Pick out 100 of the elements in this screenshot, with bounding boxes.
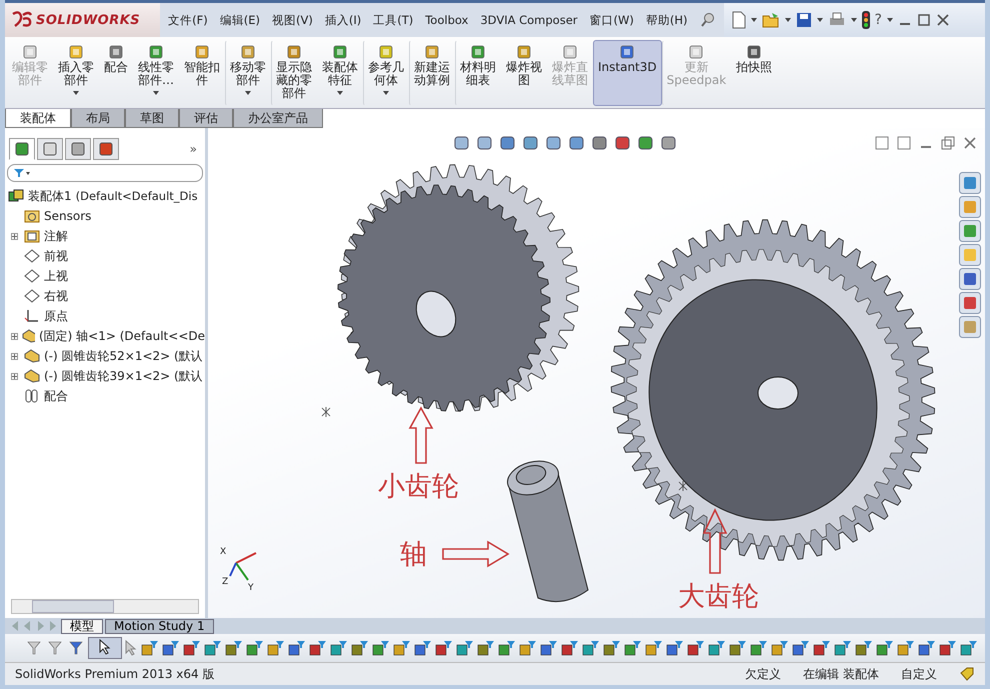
command-button[interactable]: 拍快照	[731, 40, 778, 106]
select-button[interactable]	[88, 637, 122, 659]
tree-item[interactable]: 原点	[44, 308, 68, 324]
help-button[interactable]: ?	[874, 12, 882, 28]
panel-tab[interactable]	[65, 138, 91, 160]
filter-icon[interactable]	[350, 639, 370, 657]
filter-icon[interactable]	[203, 639, 223, 657]
command-button[interactable]: 参考几 何体	[363, 40, 409, 106]
filter-icon[interactable]	[833, 639, 853, 657]
horizontal-scrollbar[interactable]	[11, 599, 199, 614]
tree-item[interactable]: 注解	[44, 228, 68, 244]
filter-icon[interactable]	[812, 639, 832, 657]
caret-icon[interactable]	[816, 18, 822, 22]
menu-item[interactable]: 工具(T)	[373, 12, 414, 28]
filter-icon[interactable]	[371, 639, 391, 657]
filter-field[interactable]	[7, 164, 203, 182]
printer-icon[interactable]	[828, 12, 846, 28]
command-button[interactable]: 材料明 细表	[455, 40, 501, 106]
filter-icon[interactable]	[266, 639, 286, 657]
caret-icon[interactable]	[784, 18, 790, 22]
task-pane-icon[interactable]	[959, 292, 981, 314]
tab[interactable]: 办公室产品	[233, 109, 323, 128]
view-tool-icon[interactable]	[545, 134, 563, 152]
menu-item[interactable]: 插入(I)	[324, 12, 362, 28]
tab[interactable]: 评估	[179, 109, 233, 128]
command-button[interactable]: Instant3D	[593, 40, 662, 106]
task-pane-icon[interactable]	[959, 268, 981, 290]
expand-icon[interactable]	[11, 232, 18, 240]
view-tool-icon[interactable]	[591, 134, 609, 152]
close-icon[interactable]	[963, 136, 977, 150]
tree-item[interactable]: (-) 圆锥齿轮52×1<2> (默认	[44, 348, 203, 364]
caret-icon[interactable]	[750, 18, 756, 22]
expand-icon[interactable]	[11, 352, 18, 360]
filter-icon[interactable]	[623, 639, 643, 657]
menu-item[interactable]: Toolbox	[425, 13, 468, 27]
panel-tab[interactable]	[37, 138, 63, 160]
filter-icon[interactable]	[875, 639, 895, 657]
filter-icon[interactable]	[938, 639, 958, 657]
menu-item[interactable]: 帮助(H)	[646, 12, 688, 28]
save-icon[interactable]	[796, 12, 812, 28]
expand-button[interactable]: »	[190, 142, 201, 156]
view-tool-icon[interactable]	[476, 134, 494, 152]
filter-icon[interactable]	[245, 639, 265, 657]
filter-icon[interactable]	[602, 639, 622, 657]
filter-icon[interactable]	[182, 639, 202, 657]
filter-icon[interactable]	[539, 639, 559, 657]
filter-icon[interactable]	[308, 639, 328, 657]
tree-item[interactable]: Sensors	[44, 209, 92, 223]
tab[interactable]: 布局	[71, 109, 125, 128]
tree-item[interactable]: 上视	[44, 268, 68, 284]
command-button[interactable]: 智能扣 件	[179, 40, 225, 106]
tree-item[interactable]: 右视	[44, 288, 68, 304]
filter-icon[interactable]	[791, 639, 811, 657]
filter-icon[interactable]	[917, 639, 937, 657]
command-button[interactable]: 移动零 部件	[225, 40, 271, 106]
view-tool-icon[interactable]	[522, 134, 540, 152]
command-button[interactable]: 装配体 特征	[317, 40, 363, 106]
filter-icon[interactable]	[896, 639, 916, 657]
expand-icon[interactable]	[11, 372, 18, 380]
panel-tab[interactable]	[93, 138, 119, 160]
tab[interactable]: Motion Study 1	[105, 618, 214, 634]
tree-item[interactable]: (-) 圆锥齿轮39×1<2> (默认	[44, 368, 203, 384]
view-tool-icon[interactable]	[568, 134, 586, 152]
units-label[interactable]: 自定义	[901, 666, 937, 682]
tab[interactable]: 草图	[125, 109, 179, 128]
tree-item[interactable]: 前视	[44, 248, 68, 264]
filter-icon[interactable]	[392, 639, 412, 657]
tab[interactable]: 模型	[61, 618, 103, 634]
tag-icon[interactable]	[959, 667, 975, 681]
filter-icon[interactable]	[476, 639, 496, 657]
expand-icon[interactable]	[11, 332, 18, 340]
tab[interactable]: 装配体	[5, 109, 71, 128]
filter-icon[interactable]	[959, 639, 979, 657]
filter-icon[interactable]	[770, 639, 790, 657]
view-tool-icon[interactable]	[660, 134, 678, 152]
panel-tab[interactable]	[9, 138, 35, 160]
filter-icon[interactable]	[707, 639, 727, 657]
view-tool-icon[interactable]	[499, 134, 517, 152]
filter-icon[interactable]	[497, 639, 517, 657]
menu-item[interactable]: 窗口(W)	[590, 12, 634, 28]
task-pane-icon[interactable]	[959, 220, 981, 242]
menu-item[interactable]: 编辑(E)	[220, 12, 260, 28]
menu-item[interactable]: 文件(F)	[168, 12, 208, 28]
filter-icon[interactable]	[644, 639, 664, 657]
filter-icon[interactable]	[749, 639, 769, 657]
filter-icon[interactable]	[140, 639, 160, 657]
filter-icon[interactable]	[728, 639, 748, 657]
menu-item[interactable]: 3DVIA Composer	[480, 13, 578, 27]
caret-icon[interactable]	[850, 18, 856, 22]
close-icon[interactable]	[936, 13, 950, 27]
filter-icon[interactable]	[581, 639, 601, 657]
restore-icon[interactable]	[941, 136, 955, 150]
tree-item[interactable]: 装配体1	[28, 188, 72, 204]
command-button[interactable]: 配合	[99, 40, 133, 106]
filter-icon[interactable]	[455, 639, 475, 657]
filter-icon[interactable]	[665, 639, 685, 657]
command-button[interactable]: 线性零 部件…	[133, 40, 179, 106]
filter-icon[interactable]	[224, 639, 244, 657]
filter-icon[interactable]	[560, 639, 580, 657]
view-tool-icon[interactable]	[614, 134, 632, 152]
